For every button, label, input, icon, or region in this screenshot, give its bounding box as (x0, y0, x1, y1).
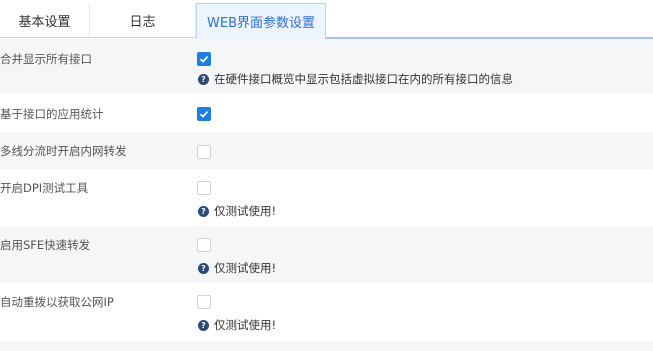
setting-hint: ? 在硬件接口概览中显示包括虚拟接口在内的所有接口的信息 (198, 71, 513, 87)
question-circle-icon: ? (198, 205, 209, 217)
setting-label: 开启DPI测试工具 (0, 181, 89, 195)
tab-web-ui-settings[interactable]: WEB界面参数设置 (196, 3, 326, 39)
setting-row-auto-redial: 自动重拨以获取公网IP ? 仅测试使用! (0, 283, 653, 341)
setting-label: 基于接口的应用统计 (0, 107, 104, 121)
hint-text: 仅测试使用! (214, 318, 277, 332)
app-stats-checkbox[interactable] (197, 107, 211, 121)
tab-divider (0, 37, 196, 38)
hint-text: 仅测试使用! (214, 204, 277, 218)
sfe-forward-checkbox[interactable] (197, 238, 211, 252)
hint-text: 仅测试使用! (214, 261, 277, 275)
setting-hint: ? 仅测试使用! (198, 203, 276, 219)
question-circle-icon: ? (198, 319, 209, 331)
question-circle-icon: ? (198, 262, 209, 274)
setting-row-merge-interfaces: 合并显示所有接口 ? 在硬件接口概览中显示包括虚拟接口在内的所有接口的信息 (0, 39, 653, 93)
settings-form: 合并显示所有接口 ? 在硬件接口概览中显示包括虚拟接口在内的所有接口的信息 基于… (0, 39, 653, 351)
merge-interfaces-checkbox[interactable] (197, 52, 211, 66)
setting-row-spacer (0, 341, 653, 351)
check-icon (199, 56, 209, 63)
tab-bar: 基本设置 日志 WEB界面参数设置 (0, 0, 653, 39)
check-icon (199, 111, 209, 118)
dpi-test-checkbox[interactable] (197, 181, 211, 195)
setting-label: 启用SFE快速转发 (0, 238, 91, 252)
setting-row-dpi-test: 开启DPI测试工具 ? 仅测试使用! (0, 169, 653, 226)
tab-log[interactable]: 日志 (90, 3, 196, 38)
setting-hint: ? 仅测试使用! (198, 260, 276, 276)
intranet-forward-checkbox[interactable] (197, 145, 211, 159)
setting-row-intranet-forward: 多线分流时开启内网转发 (0, 132, 653, 169)
question-circle-icon: ? (198, 73, 209, 85)
setting-label: 合并显示所有接口 (0, 52, 92, 66)
setting-row-sfe-forward: 启用SFE快速转发 ? 仅测试使用! (0, 226, 653, 283)
setting-label: 多线分流时开启内网转发 (0, 144, 127, 158)
hint-text: 在硬件接口概览中显示包括虚拟接口在内的所有接口的信息 (214, 72, 513, 86)
setting-label: 自动重拨以获取公网IP (0, 295, 114, 309)
auto-redial-checkbox[interactable] (197, 295, 211, 309)
setting-hint: ? 仅测试使用! (198, 317, 276, 333)
setting-row-app-stats: 基于接口的应用统计 (0, 93, 653, 132)
tab-basic-settings[interactable]: 基本设置 (0, 3, 90, 38)
